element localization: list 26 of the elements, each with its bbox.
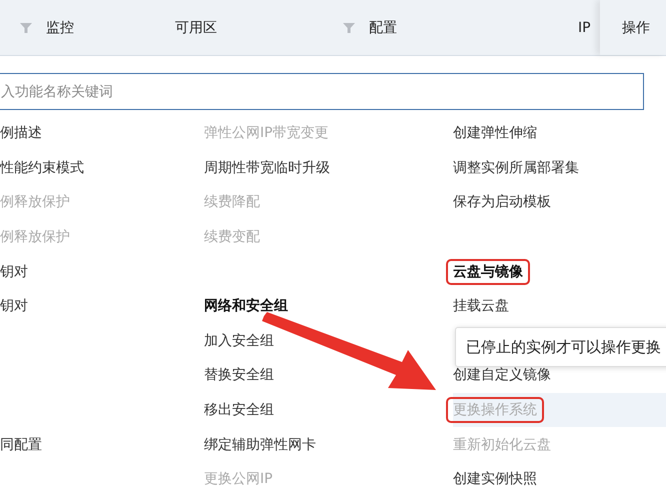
menu-item[interactable]: 挂载云盘: [453, 294, 509, 318]
menu-item[interactable]: 加入安全组: [204, 328, 274, 353]
menu-item[interactable]: 调整实例所属部署集: [453, 156, 579, 180]
menu-item[interactable]: 例描述: [0, 121, 42, 146]
column-header: 监控: [46, 18, 74, 36]
menu-group-title: 网络和安全组: [204, 296, 288, 316]
menu-item[interactable]: 钥对: [0, 260, 28, 284]
column-header: 配置: [369, 18, 397, 36]
menu-item[interactable]: 创建弹性伸缩: [453, 121, 537, 146]
filter-icon[interactable]: [343, 22, 355, 34]
menu-item[interactable]: 性能约束模式: [0, 156, 84, 180]
column-header: IP: [578, 20, 591, 36]
menu-group-title: 云盘与镜像: [446, 258, 530, 285]
menu-item[interactable]: 周期性带宽临时升级: [204, 156, 330, 180]
tooltip: 已停止的实例才可以操作更换: [455, 327, 666, 367]
menu-item[interactable]: 移出安全组: [204, 398, 274, 422]
menu-item[interactable]: 替换安全组: [204, 363, 274, 388]
menu-item[interactable]: 绑定辅助弹性网卡: [204, 432, 316, 457]
menu-item[interactable]: 保存为启动模板: [453, 190, 551, 214]
search-field[interactable]: 入功能名称关键词: [0, 73, 644, 110]
filter-icon[interactable]: [20, 22, 32, 34]
menu-item[interactable]: 创建实例快照: [453, 467, 537, 492]
column-header: 操作: [600, 0, 666, 55]
column-header: 可用区: [175, 18, 217, 36]
menu-item[interactable]: 钥对: [0, 294, 28, 318]
menu-item[interactable]: 同配置: [0, 432, 42, 457]
